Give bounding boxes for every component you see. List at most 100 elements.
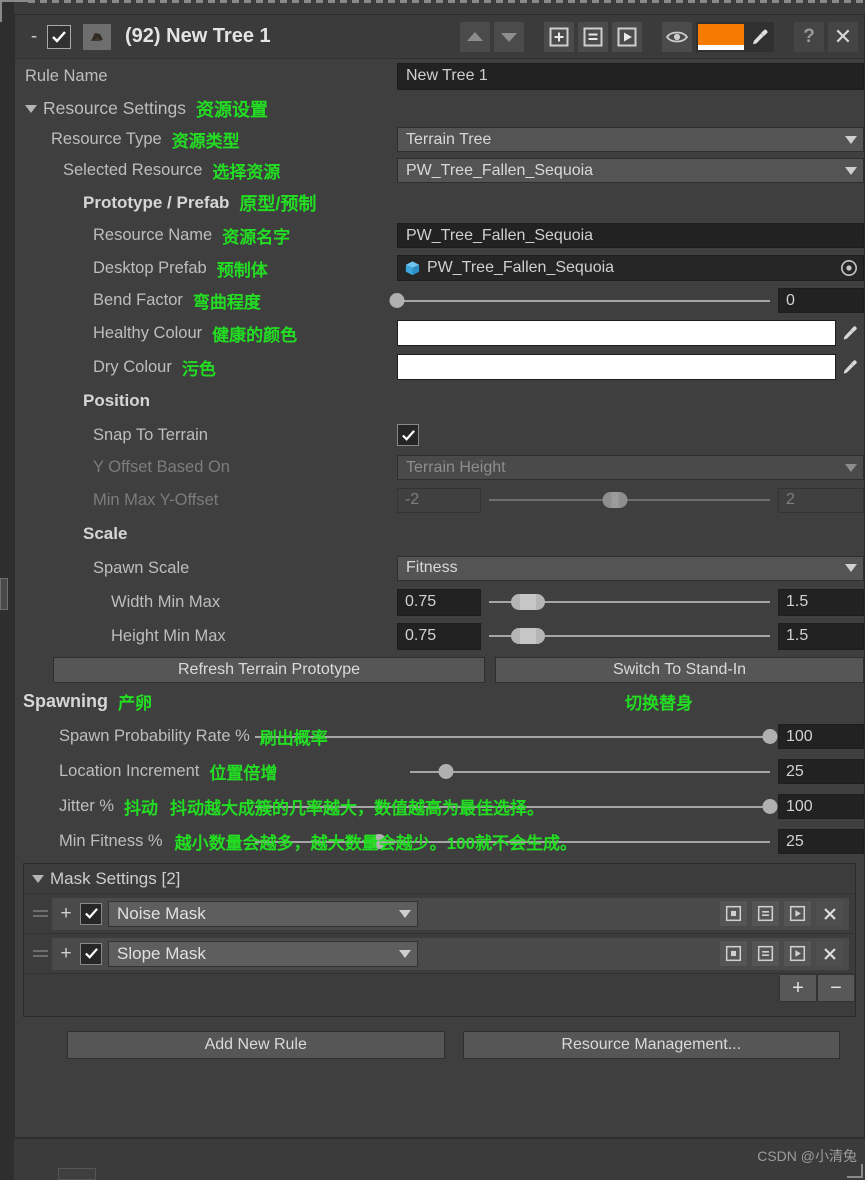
spawning-label-zh: 产卵	[118, 693, 152, 713]
object-picker-icon[interactable]	[839, 258, 859, 278]
jitter-label-zh: 抖动	[124, 799, 159, 818]
add-new-rule-button[interactable]: Add New Rule	[67, 1031, 445, 1059]
mask-type-dropdown[interactable]: Noise Mask	[108, 900, 418, 927]
visibility-button[interactable]	[662, 21, 692, 52]
location-increment-value[interactable]: 25	[778, 759, 864, 784]
desktop-prefab-label-zh: 预制体	[216, 260, 268, 280]
healthy-colour-eyedropper[interactable]	[836, 320, 864, 346]
resource-type-label: Resource Type	[51, 130, 162, 148]
resource-type-value: Terrain Tree	[406, 130, 492, 148]
mask-enabled-checkbox[interactable]	[80, 942, 102, 965]
resource-name-input[interactable]: PW_Tree_Fallen_Sequoia	[397, 223, 864, 248]
width-max-value[interactable]: 1.5	[778, 588, 864, 616]
slider-handle[interactable]	[389, 293, 405, 308]
height-min-max-slider[interactable]	[489, 624, 770, 649]
spawn-probability-value[interactable]: 100	[778, 724, 864, 749]
mask-settings-header[interactable]: Mask Settings [2]	[24, 864, 855, 894]
bend-factor-value[interactable]: 0	[778, 288, 864, 313]
healthy-colour-label: Healthy Colour	[93, 323, 203, 342]
bend-factor-slider[interactable]	[389, 288, 770, 313]
drag-handle-icon[interactable]	[28, 950, 52, 957]
rule-name-input[interactable]: New Tree 1	[397, 62, 864, 90]
mask-play-button[interactable]	[784, 901, 811, 926]
refresh-terrain-prototype-button[interactable]: Refresh Terrain Prototype	[53, 657, 485, 683]
dry-colour-eyedropper[interactable]	[836, 354, 864, 380]
desktop-prefab-object-field[interactable]: PW_Tree_Fallen_Sequoia	[397, 255, 864, 281]
mask-duplicate-button[interactable]	[752, 941, 779, 966]
row-prototype-header: Prototype / Prefab 原型/预制	[15, 186, 864, 220]
spawn-scale-dropdown[interactable]: Fitness	[397, 555, 864, 581]
move-down-button[interactable]	[494, 21, 524, 52]
collapse-toggle[interactable]: -	[23, 27, 45, 46]
mask-list-footer: + −	[24, 974, 855, 1016]
vertical-scrollbar-thumb[interactable]	[0, 578, 8, 610]
location-increment-slider[interactable]	[410, 759, 770, 784]
resource-management-button[interactable]: Resource Management...	[462, 1031, 840, 1059]
mask-list-add-button[interactable]: +	[779, 974, 817, 1002]
width-min-value[interactable]: 0.75	[397, 588, 481, 616]
healthy-colour-swatch[interactable]	[397, 320, 836, 346]
mask-duplicate-button[interactable]	[752, 901, 779, 926]
snap-to-terrain-checkbox[interactable]	[397, 424, 419, 446]
row-resource-settings-header[interactable]: Resource Settings 资源设置	[15, 93, 864, 124]
height-max-value[interactable]: 1.5	[778, 622, 864, 650]
spawn-probability-slider[interactable]	[255, 724, 778, 749]
min-y-offset-value[interactable]: -2	[397, 487, 481, 513]
y-offset-field-col: Terrain Height	[397, 452, 864, 483]
handle-left-cap	[511, 628, 521, 644]
list-button[interactable]	[578, 21, 608, 52]
rule-colour-swatch[interactable]	[698, 23, 744, 50]
drag-handle-icon[interactable]	[28, 910, 52, 917]
chevron-down-icon[interactable]	[25, 104, 37, 113]
slider-handle[interactable]	[438, 764, 454, 779]
colour-eyedropper-button[interactable]	[746, 22, 774, 52]
y-offset-dropdown[interactable]: Terrain Height	[397, 455, 864, 480]
eyedropper-icon	[843, 326, 857, 340]
list-box-icon	[757, 905, 774, 922]
row-spawn-probability: Spawn Probability Rate % 刷出概率 100	[15, 719, 864, 754]
prefab-cube-icon	[405, 260, 420, 275]
selected-resource-dropdown[interactable]: PW_Tree_Fallen_Sequoia	[397, 158, 864, 183]
snap-field-col	[397, 418, 864, 452]
chevron-down-icon[interactable]	[32, 874, 44, 883]
mask-expand-button[interactable]: +	[58, 903, 74, 925]
handle-left-cap	[511, 594, 521, 610]
move-up-button[interactable]	[460, 21, 490, 52]
row-spawn-scale: Spawn Scale Fitness	[15, 551, 864, 585]
resource-type-dropdown[interactable]: Terrain Tree	[397, 127, 864, 152]
mask-remove-button[interactable]	[816, 941, 843, 966]
mask-add-button[interactable]	[720, 901, 747, 926]
slider-handle[interactable]	[762, 799, 778, 814]
slider-range-handle[interactable]	[602, 492, 628, 508]
help-button[interactable]: ?	[794, 21, 824, 52]
mask-expand-button[interactable]: +	[58, 943, 74, 965]
mask-play-button[interactable]	[784, 941, 811, 966]
width-min-max-label: Width Min Max	[111, 592, 221, 611]
jitter-value[interactable]: 100	[778, 794, 864, 819]
handle-mid	[520, 594, 537, 610]
switch-to-stand-in-button[interactable]: Switch To Stand-In	[495, 657, 864, 683]
resource-name-label: Resource Name	[93, 226, 213, 244]
mask-remove-button[interactable]	[816, 901, 843, 926]
width-min-max-slider[interactable]	[489, 590, 770, 615]
max-y-offset-value[interactable]: 2	[778, 487, 864, 513]
close-button[interactable]: ✕	[828, 21, 858, 52]
prototype-action-buttons: Refresh Terrain Prototype Switch To Stan…	[15, 653, 864, 683]
min-fitness-value[interactable]: 25	[778, 829, 864, 854]
check-icon	[401, 429, 415, 441]
rule-enabled-checkbox[interactable]	[47, 24, 71, 49]
mask-type-dropdown[interactable]: Slope Mask	[108, 940, 418, 967]
slider-handle[interactable]	[762, 729, 778, 744]
play-button[interactable]	[612, 21, 642, 52]
add-box-icon	[725, 945, 742, 962]
dry-colour-swatch[interactable]	[397, 354, 836, 380]
slider-range-handle[interactable]	[511, 594, 546, 610]
min-max-y-offset-slider[interactable]	[489, 488, 770, 513]
slider-range-handle[interactable]	[511, 628, 546, 644]
mask-list-remove-button[interactable]: −	[817, 974, 855, 1002]
mask-add-button[interactable]	[720, 941, 747, 966]
height-min-value[interactable]: 0.75	[397, 622, 481, 650]
mask-enabled-checkbox[interactable]	[80, 902, 102, 925]
add-button[interactable]	[544, 21, 574, 52]
desktop-prefab-value: PW_Tree_Fallen_Sequoia	[427, 259, 615, 276]
